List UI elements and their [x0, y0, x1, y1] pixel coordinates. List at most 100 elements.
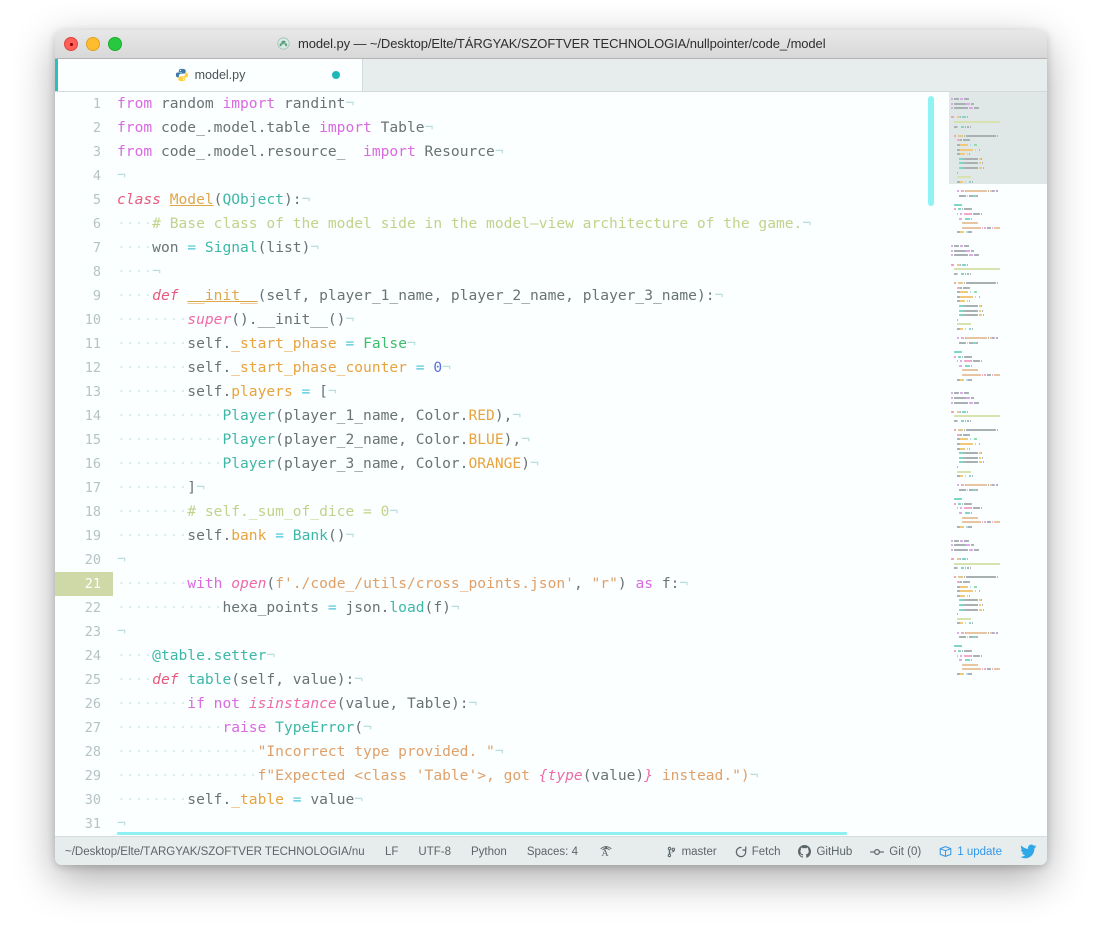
code-line[interactable]: 1 from random import randint¬	[55, 92, 1047, 116]
minimap-line-segment	[968, 341, 973, 344]
minimap-line-segment	[973, 291, 977, 294]
code-content[interactable]: 1 from random import randint¬ 2 from code_.…	[55, 92, 1047, 836]
status-git-branch[interactable]: master	[666, 845, 717, 859]
scrollbar-thumb[interactable]	[928, 96, 934, 206]
code-line[interactable]: 16 ············Player(player_3_name, Colo…	[55, 452, 1047, 476]
code-token: ········	[117, 791, 188, 808]
code-line-text: ········# self._sum_of_dice = 0¬	[117, 500, 398, 524]
minimap-line-segment	[956, 328, 960, 330]
code-line[interactable]: 8 ····¬	[55, 260, 1047, 284]
status-updates-label: 1 update	[957, 845, 1002, 858]
minimap-line-segment	[993, 521, 1001, 524]
code-line[interactable]: 10 ········super().__init__()¬	[55, 308, 1047, 332]
status-grammar[interactable]: Python	[471, 846, 507, 858]
minimap-viewport[interactable]	[949, 92, 1047, 184]
code-line[interactable]: 19 ········self.bank = Bank()¬	[55, 524, 1047, 548]
code-line[interactable]: 5 class Model(QObject):¬	[55, 188, 1047, 212]
code-line[interactable]: 25 ····def table(self, value):¬	[55, 668, 1047, 692]
invisible-characters-icon[interactable]: A	[598, 844, 614, 859]
code-line[interactable]: 24 ····@table.setter¬	[55, 644, 1047, 668]
code-token: ¬	[468, 695, 478, 712]
tab-modified-indicator[interactable]	[332, 71, 340, 79]
status-fetch-label: Fetch	[751, 845, 781, 858]
minimap-line-segment	[956, 585, 960, 588]
minimap-line-segment	[956, 190, 960, 192]
code-token: _start_phase_counter	[231, 359, 407, 376]
code-line[interactable]: 20 ¬	[55, 548, 1047, 572]
minimap-line-segment	[956, 613, 958, 616]
code-line[interactable]: 17 ········]¬	[55, 476, 1047, 500]
minimap-line-segment	[960, 213, 963, 215]
minimap-line-segment	[959, 461, 963, 464]
minimap-line-segment	[961, 369, 979, 372]
code-line[interactable]: 6 ····# Base class of the model side in t…	[55, 212, 1047, 236]
status-indent[interactable]: Spaces: 4	[527, 846, 578, 858]
status-file-path[interactable]: ~/Desktop/Elte/TÁRGYAK/SZOFTVER TECHNOLO…	[65, 846, 365, 858]
status-encoding[interactable]: UTF-8	[418, 846, 451, 858]
line-number: 20	[84, 552, 101, 568]
code-token: ¬	[310, 239, 320, 256]
code-line[interactable]: 7 ····won = Signal(list)¬	[55, 236, 1047, 260]
minimap-line-segment	[968, 107, 974, 110]
code-line[interactable]: 18 ········# self._sum_of_dice = 0¬	[55, 500, 1047, 524]
minimap-line-segment	[973, 107, 980, 110]
code-token: from	[117, 95, 153, 112]
code-line[interactable]: 4 ¬	[55, 164, 1047, 188]
code-line[interactable]: 2 from code_.model.table import Table¬	[55, 116, 1047, 140]
code-line[interactable]: 28 ················"Incorrect type provid…	[55, 740, 1047, 764]
code-line[interactable]: 23 ¬	[55, 620, 1047, 644]
code-token: ¬	[345, 527, 355, 544]
code-line[interactable]: 21 ········with open(f'./code_/utils/cros…	[55, 572, 1047, 596]
minimize-button[interactable]	[86, 37, 100, 51]
minimap-line-segment	[963, 539, 969, 542]
status-git-label: Git (0)	[889, 845, 922, 858]
close-button[interactable]	[64, 37, 78, 51]
status-line-ending[interactable]: LF	[385, 846, 398, 858]
code-token: ¬	[494, 143, 504, 160]
code-line-text: ····¬	[117, 260, 161, 284]
code-line[interactable]: 11 ········self._start_phase = False¬	[55, 332, 1047, 356]
code-line[interactable]: 31 ¬	[55, 812, 1047, 836]
line-number: 11	[84, 336, 101, 352]
status-fetch-button[interactable]: Fetch	[735, 845, 781, 858]
code-token: ¬	[117, 167, 126, 184]
code-line[interactable]: 15 ············Player(player_2_name, Colo…	[55, 428, 1047, 452]
code-line[interactable]: 27 ············raise TypeError(¬	[55, 716, 1047, 740]
minimap[interactable]	[939, 92, 1047, 836]
minimap-line-segment	[965, 576, 997, 579]
code-line-text: ············Player(player_3_name, Color.…	[117, 452, 539, 476]
code-line[interactable]: 29 ················f"Expected <class 'Tab…	[55, 764, 1047, 788]
code-line-text: ········self.players = [¬	[117, 380, 337, 404]
code-line[interactable]: 22 ············hexa_points = json.load(f)…	[55, 596, 1047, 620]
line-number: 13	[84, 384, 101, 400]
code-line[interactable]: 30 ········self._table = value¬	[55, 788, 1047, 812]
tab-model-py[interactable]: model.py	[58, 59, 363, 91]
twitter-bird-icon[interactable]	[1020, 844, 1037, 859]
status-git-button[interactable]: Git (0)	[870, 846, 921, 858]
status-updates-button[interactable]: 1 update	[939, 845, 1002, 858]
code-line-text: from random import randint¬	[117, 92, 354, 116]
code-token: # Base class of the model side in the mo…	[152, 215, 803, 232]
code-token: ¬	[714, 287, 724, 304]
minimap-line-segment	[983, 374, 987, 376]
code-line[interactable]: 13 ········self.players = [¬	[55, 380, 1047, 404]
code-token: player_1_name, Color.	[283, 407, 469, 424]
code-token: "r"	[591, 575, 618, 592]
code-line[interactable]: 26 ········if not isinstance(value, Table…	[55, 692, 1047, 716]
code-line[interactable]: 9 ····def __init__(self, player_1_name, p…	[55, 284, 1047, 308]
code-line[interactable]: 12 ········self._start_phase_counter = 0¬	[55, 356, 1047, 380]
code-token: hexa_points	[222, 599, 328, 616]
minimap-line-segment	[960, 433, 963, 436]
minimap-line-segment	[960, 295, 973, 298]
vertical-scrollbar[interactable]	[928, 92, 936, 836]
minimap-line-segment	[966, 484, 988, 487]
line-number: 23	[84, 624, 101, 640]
code-line[interactable]: 3 from code_.model.resource_ import Resou…	[55, 140, 1047, 164]
code-line-text: ¬	[117, 620, 126, 644]
zoom-button[interactable]	[108, 37, 122, 51]
minimap-line-segment	[970, 544, 975, 547]
code-token: ¬	[802, 215, 812, 232]
code-line[interactable]: 14 ············Player(player_1_name, Colo…	[55, 404, 1047, 428]
status-github-button[interactable]: GitHub	[798, 845, 852, 858]
